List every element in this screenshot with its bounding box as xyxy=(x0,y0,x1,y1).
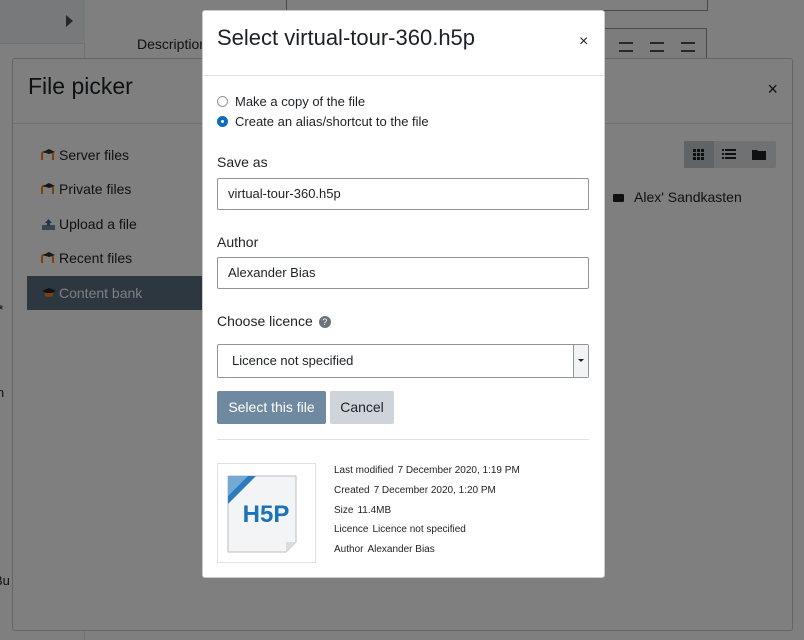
select-this-file-button[interactable]: Select this file xyxy=(217,391,326,424)
radio-create-alias[interactable]: Create an alias/shortcut to the file xyxy=(217,112,429,130)
licence-label-row: Choose licence? xyxy=(217,313,331,329)
licence-select-value: Licence not specified xyxy=(232,353,354,368)
meta-last-modified: Last modified 7 December 2020, 1:19 PM xyxy=(334,465,520,476)
save-as-label: Save as xyxy=(217,154,268,170)
licence-select[interactable]: Licence not specified xyxy=(217,344,589,378)
help-icon[interactable]: ? xyxy=(318,316,331,328)
meta-value: 11.4MB xyxy=(357,505,392,516)
meta-value: 7 December 2020, 1:19 PM xyxy=(397,465,520,476)
radio-make-copy[interactable]: Make a copy of the file xyxy=(217,92,365,110)
meta-value: 7 December 2020, 1:20 PM xyxy=(373,485,496,496)
file-thumbnail: H5P xyxy=(217,463,316,563)
cancel-button[interactable]: Cancel xyxy=(330,391,394,424)
divider xyxy=(217,439,589,440)
chevron-down-icon xyxy=(573,345,588,377)
meta-size: Size 11.4MB xyxy=(334,505,391,516)
radio-button[interactable] xyxy=(217,95,228,107)
save-as-input[interactable]: virtual-tour-360.h5p xyxy=(217,178,589,210)
meta-key: Last modified xyxy=(334,465,394,476)
radio-label: Create an alias/shortcut to the file xyxy=(235,113,429,129)
meta-key: Licence xyxy=(334,524,369,535)
close-icon[interactable]: × xyxy=(579,33,588,51)
thumbnail-text: H5P xyxy=(243,501,290,528)
dialog-header: Select virtual-tour-360.h5p × xyxy=(203,11,604,76)
meta-key: Created xyxy=(334,485,370,496)
meta-key: Author xyxy=(334,544,364,555)
author-label: Author xyxy=(217,234,259,250)
meta-created: Created 7 December 2020, 1:20 PM xyxy=(334,485,496,496)
radio-button-checked[interactable] xyxy=(217,115,228,127)
meta-key: Size xyxy=(334,505,354,516)
radio-label: Make a copy of the file xyxy=(235,93,366,109)
meta-value: Licence not specified xyxy=(372,524,466,535)
author-input[interactable]: Alexander Bias xyxy=(217,257,589,289)
select-file-dialog: Select virtual-tour-360.h5p × Make a cop… xyxy=(202,10,605,578)
meta-value: Alexander Bias xyxy=(367,544,435,555)
meta-author: Author Alexander Bias xyxy=(334,544,435,555)
h5p-file-icon: H5P xyxy=(227,475,297,553)
meta-licence: Licence Licence not specified xyxy=(334,524,466,535)
dialog-title: Select virtual-tour-360.h5p xyxy=(217,25,476,50)
licence-label: Choose licence xyxy=(217,313,313,329)
